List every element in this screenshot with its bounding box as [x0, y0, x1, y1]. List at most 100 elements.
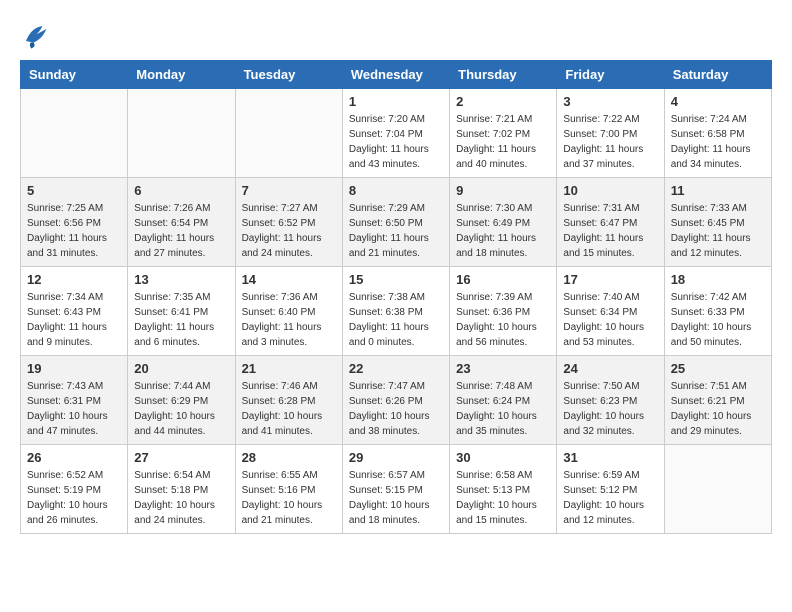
calendar-cell: 12 Sunrise: 7:34 AM Sunset: 6:43 PM Dayli…: [21, 267, 128, 356]
day-info: Sunrise: 6:58 AM Sunset: 5:13 PM Dayligh…: [456, 468, 550, 528]
day-info: Sunrise: 7:22 AM Sunset: 7:00 PM Dayligh…: [563, 112, 657, 172]
day-info: Sunrise: 6:59 AM Sunset: 5:12 PM Dayligh…: [563, 468, 657, 528]
calendar-cell: [128, 89, 235, 178]
day-number: 4: [671, 94, 765, 109]
day-info: Sunrise: 7:36 AM Sunset: 6:40 PM Dayligh…: [242, 290, 336, 350]
day-number: 5: [27, 183, 121, 198]
day-info: Sunrise: 7:26 AM Sunset: 6:54 PM Dayligh…: [134, 201, 228, 261]
day-info: Sunrise: 7:24 AM Sunset: 6:58 PM Dayligh…: [671, 112, 765, 172]
day-number: 21: [242, 361, 336, 376]
day-number: 11: [671, 183, 765, 198]
day-number: 24: [563, 361, 657, 376]
calendar-cell: 24 Sunrise: 7:50 AM Sunset: 6:23 PM Dayli…: [557, 356, 664, 445]
weekday-header-wednesday: Wednesday: [342, 61, 449, 89]
day-number: 9: [456, 183, 550, 198]
weekday-header-thursday: Thursday: [450, 61, 557, 89]
day-info: Sunrise: 7:33 AM Sunset: 6:45 PM Dayligh…: [671, 201, 765, 261]
day-info: Sunrise: 6:52 AM Sunset: 5:19 PM Dayligh…: [27, 468, 121, 528]
calendar-cell: 26 Sunrise: 6:52 AM Sunset: 5:19 PM Dayli…: [21, 445, 128, 534]
day-info: Sunrise: 7:40 AM Sunset: 6:34 PM Dayligh…: [563, 290, 657, 350]
calendar-cell: 9Sunrise: 7:30 AM Sunset: 6:49 PM Daylig…: [450, 178, 557, 267]
day-number: 26: [27, 450, 121, 465]
day-number: 2: [456, 94, 550, 109]
day-number: 20: [134, 361, 228, 376]
day-number: 19: [27, 361, 121, 376]
day-info: Sunrise: 7:20 AM Sunset: 7:04 PM Dayligh…: [349, 112, 443, 172]
day-info: Sunrise: 7:29 AM Sunset: 6:50 PM Dayligh…: [349, 201, 443, 261]
day-number: 23: [456, 361, 550, 376]
calendar-cell: 2 Sunrise: 7:21 AM Sunset: 7:02 PM Daylig…: [450, 89, 557, 178]
day-number: 31: [563, 450, 657, 465]
day-number: 25: [671, 361, 765, 376]
calendar-cell: 8 Sunrise: 7:29 AM Sunset: 6:50 PM Daylig…: [342, 178, 449, 267]
calendar-cell: 11 Sunrise: 7:33 AM Sunset: 6:45 PM Dayli…: [664, 178, 771, 267]
logo: [20, 20, 56, 50]
calendar-cell: 28 Sunrise: 6:55 AM Sunset: 5:16 PM Dayli…: [235, 445, 342, 534]
calendar-cell: 17 Sunrise: 7:40 AM Sunset: 6:34 PM Dayli…: [557, 267, 664, 356]
calendar-cell: 4 Sunrise: 7:24 AM Sunset: 6:58 PM Daylig…: [664, 89, 771, 178]
weekday-header-row: SundayMondayTuesdayWednesdayThursdayFrid…: [21, 61, 772, 89]
calendar-cell: 15 Sunrise: 7:38 AM Sunset: 6:38 PM Dayli…: [342, 267, 449, 356]
calendar-cell: [21, 89, 128, 178]
calendar-cell: 29Sunrise: 6:57 AM Sunset: 5:15 PM Dayli…: [342, 445, 449, 534]
weekday-header-saturday: Saturday: [664, 61, 771, 89]
day-info: Sunrise: 7:38 AM Sunset: 6:38 PM Dayligh…: [349, 290, 443, 350]
calendar-cell: 7 Sunrise: 7:27 AM Sunset: 6:52 PM Daylig…: [235, 178, 342, 267]
day-info: Sunrise: 7:25 AM Sunset: 6:56 PM Dayligh…: [27, 201, 121, 261]
day-number: 10: [563, 183, 657, 198]
day-info: Sunrise: 7:46 AM Sunset: 6:28 PM Dayligh…: [242, 379, 336, 439]
day-number: 12: [27, 272, 121, 287]
weekday-header-friday: Friday: [557, 61, 664, 89]
page-header: [20, 20, 772, 50]
day-number: 16: [456, 272, 550, 287]
calendar-week-row: 5 Sunrise: 7:25 AM Sunset: 6:56 PM Daylig…: [21, 178, 772, 267]
day-info: Sunrise: 7:50 AM Sunset: 6:23 PM Dayligh…: [563, 379, 657, 439]
day-info: Sunrise: 7:51 AM Sunset: 6:21 PM Dayligh…: [671, 379, 765, 439]
day-info: Sunrise: 7:34 AM Sunset: 6:43 PM Dayligh…: [27, 290, 121, 350]
calendar-cell: 23Sunrise: 7:48 AM Sunset: 6:24 PM Dayli…: [450, 356, 557, 445]
day-number: 27: [134, 450, 228, 465]
calendar-week-row: 12 Sunrise: 7:34 AM Sunset: 6:43 PM Dayli…: [21, 267, 772, 356]
weekday-header-sunday: Sunday: [21, 61, 128, 89]
day-number: 13: [134, 272, 228, 287]
calendar-cell: 20Sunrise: 7:44 AM Sunset: 6:29 PM Dayli…: [128, 356, 235, 445]
calendar-cell: 5 Sunrise: 7:25 AM Sunset: 6:56 PM Daylig…: [21, 178, 128, 267]
calendar-cell: 13 Sunrise: 7:35 AM Sunset: 6:41 PM Dayli…: [128, 267, 235, 356]
calendar-cell: 18Sunrise: 7:42 AM Sunset: 6:33 PM Dayli…: [664, 267, 771, 356]
day-info: Sunrise: 7:39 AM Sunset: 6:36 PM Dayligh…: [456, 290, 550, 350]
day-number: 17: [563, 272, 657, 287]
day-number: 1: [349, 94, 443, 109]
day-number: 15: [349, 272, 443, 287]
calendar-cell: 6 Sunrise: 7:26 AM Sunset: 6:54 PM Daylig…: [128, 178, 235, 267]
calendar-cell: [235, 89, 342, 178]
day-number: 7: [242, 183, 336, 198]
calendar-cell: 3 Sunrise: 7:22 AM Sunset: 7:00 PM Daylig…: [557, 89, 664, 178]
calendar-week-row: 26 Sunrise: 6:52 AM Sunset: 5:19 PM Dayli…: [21, 445, 772, 534]
calendar-cell: 10 Sunrise: 7:31 AM Sunset: 6:47 PM Dayli…: [557, 178, 664, 267]
day-number: 3: [563, 94, 657, 109]
weekday-header-monday: Monday: [128, 61, 235, 89]
day-info: Sunrise: 7:35 AM Sunset: 6:41 PM Dayligh…: [134, 290, 228, 350]
calendar-cell: 31 Sunrise: 6:59 AM Sunset: 5:12 PM Dayli…: [557, 445, 664, 534]
day-info: Sunrise: 6:55 AM Sunset: 5:16 PM Dayligh…: [242, 468, 336, 528]
day-number: 28: [242, 450, 336, 465]
calendar-cell: 19 Sunrise: 7:43 AM Sunset: 6:31 PM Dayli…: [21, 356, 128, 445]
day-number: 30: [456, 450, 550, 465]
calendar-table: SundayMondayTuesdayWednesdayThursdayFrid…: [20, 60, 772, 534]
day-info: Sunrise: 7:43 AM Sunset: 6:31 PM Dayligh…: [27, 379, 121, 439]
calendar-cell: 16 Sunrise: 7:39 AM Sunset: 6:36 PM Dayli…: [450, 267, 557, 356]
calendar-week-row: 1 Sunrise: 7:20 AM Sunset: 7:04 PM Daylig…: [21, 89, 772, 178]
day-info: Sunrise: 7:27 AM Sunset: 6:52 PM Dayligh…: [242, 201, 336, 261]
day-info: Sunrise: 6:54 AM Sunset: 5:18 PM Dayligh…: [134, 468, 228, 528]
day-info: Sunrise: 7:42 AM Sunset: 6:33 PM Dayligh…: [671, 290, 765, 350]
calendar-cell: 21 Sunrise: 7:46 AM Sunset: 6:28 PM Dayli…: [235, 356, 342, 445]
day-number: 8: [349, 183, 443, 198]
weekday-header-tuesday: Tuesday: [235, 61, 342, 89]
day-info: Sunrise: 7:21 AM Sunset: 7:02 PM Dayligh…: [456, 112, 550, 172]
day-info: Sunrise: 7:47 AM Sunset: 6:26 PM Dayligh…: [349, 379, 443, 439]
day-number: 6: [134, 183, 228, 198]
calendar-cell: 27 Sunrise: 6:54 AM Sunset: 5:18 PM Dayli…: [128, 445, 235, 534]
calendar-cell: 22Sunrise: 7:47 AM Sunset: 6:26 PM Dayli…: [342, 356, 449, 445]
day-info: Sunrise: 7:31 AM Sunset: 6:47 PM Dayligh…: [563, 201, 657, 261]
calendar-cell: 1 Sunrise: 7:20 AM Sunset: 7:04 PM Daylig…: [342, 89, 449, 178]
